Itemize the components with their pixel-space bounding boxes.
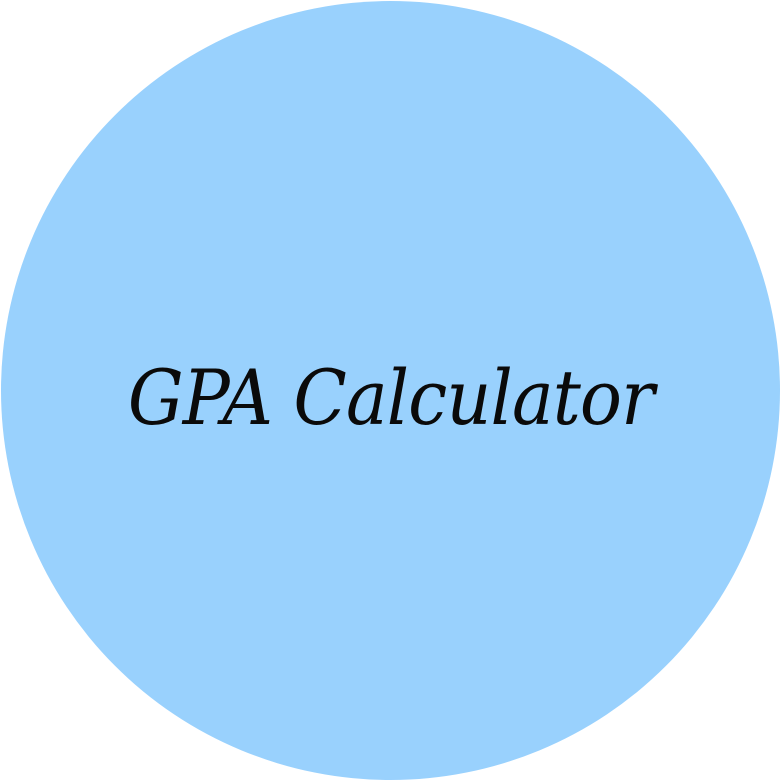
app-icon-circle: GPA Calculator [1, 1, 780, 780]
page: GPA Calculator [0, 0, 781, 781]
app-title: GPA Calculator [127, 353, 655, 442]
